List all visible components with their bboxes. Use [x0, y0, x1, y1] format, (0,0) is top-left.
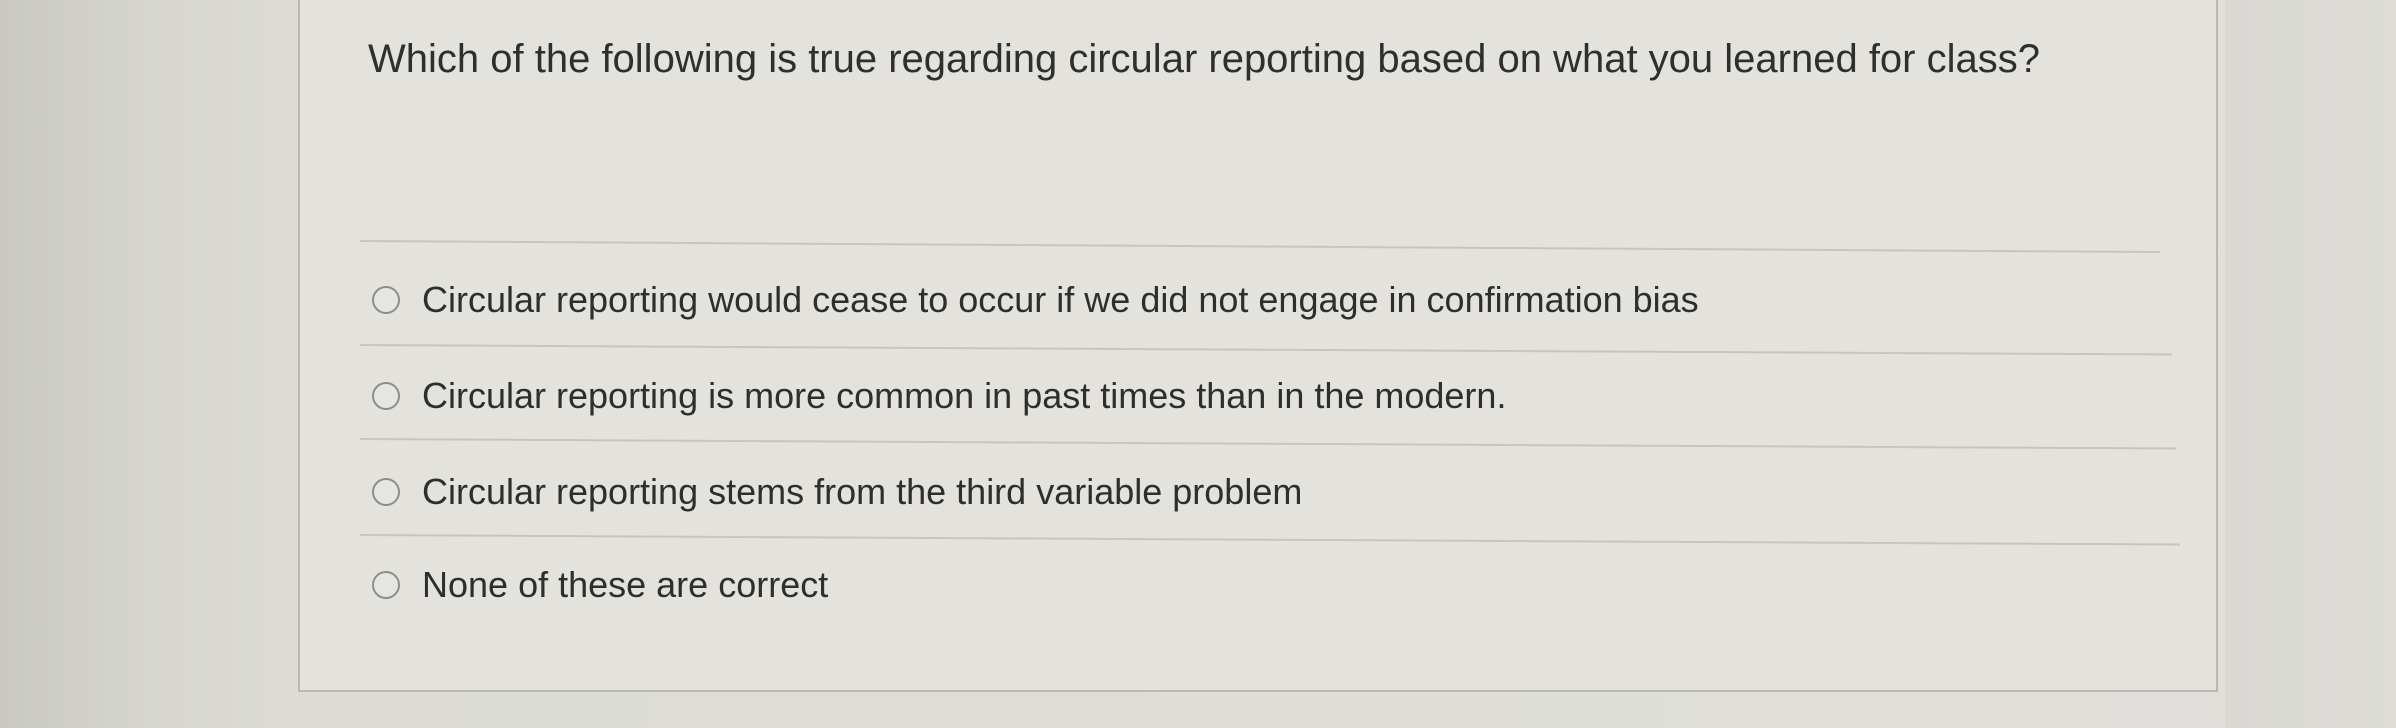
radio-button-4[interactable] — [372, 571, 400, 599]
answer-option-4[interactable]: None of these are correct — [372, 555, 828, 615]
divider — [359, 438, 2176, 450]
answer-option-label: Circular reporting would cease to occur … — [422, 279, 1699, 320]
question-card: Which of the following is true regarding… — [298, 0, 2218, 692]
page-background — [2225, 0, 2396, 728]
divider — [359, 344, 2172, 356]
answer-option-label: None of these are correct — [422, 564, 829, 605]
answer-option-1[interactable]: Circular reporting would cease to occur … — [372, 270, 1699, 330]
answer-option-label: Circular reporting is more common in pas… — [422, 375, 1507, 416]
answer-option-2[interactable]: Circular reporting is more common in pas… — [372, 366, 1506, 426]
divider — [359, 534, 2180, 546]
divider — [359, 240, 2160, 253]
question-text: Which of the following is true regarding… — [368, 37, 2040, 81]
radio-button-3[interactable] — [372, 478, 400, 506]
answer-option-label: Circular reporting stems from the third … — [422, 471, 1303, 512]
answer-option-3[interactable]: Circular reporting stems from the third … — [372, 462, 1302, 522]
radio-button-2[interactable] — [372, 382, 400, 410]
radio-button-1[interactable] — [372, 286, 400, 314]
